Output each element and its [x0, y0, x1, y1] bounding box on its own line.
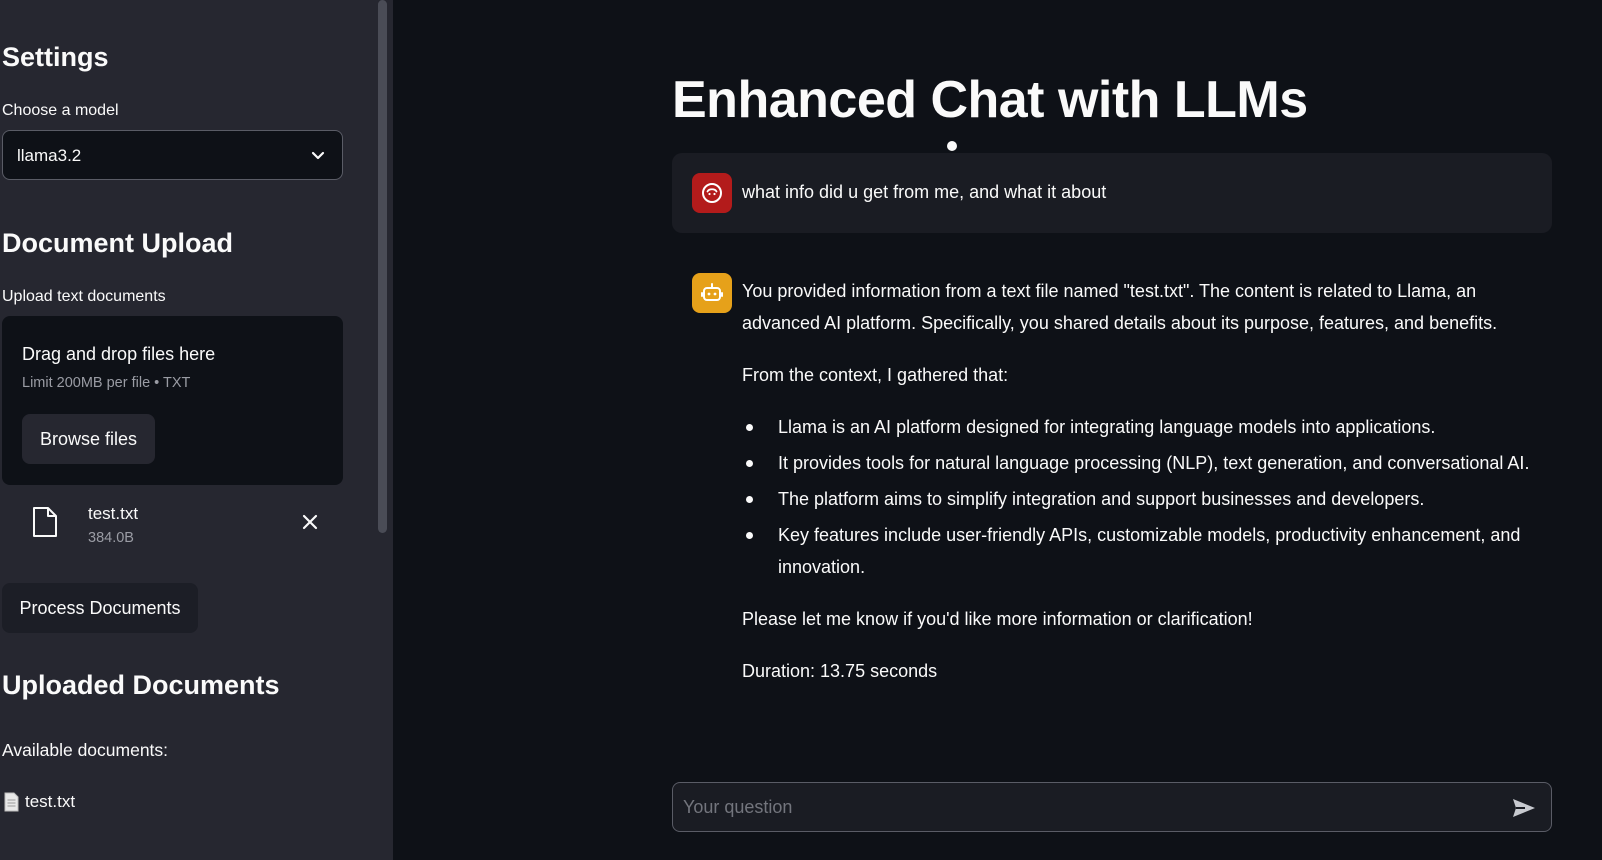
file-dropzone[interactable]: Drag and drop files here Limit 200MB per… — [2, 316, 343, 485]
model-select[interactable]: llama3.2 — [2, 130, 343, 180]
upload-label: Upload text documents — [2, 288, 166, 305]
document-list-item-label: test.txt — [25, 792, 76, 811]
list-item: The platform aims to simplify integratio… — [742, 483, 1542, 515]
uploaded-file-size: 384.0B — [88, 530, 134, 546]
chevron-down-icon — [311, 151, 325, 160]
status-dot — [947, 141, 957, 151]
assistant-message: You provided information from a text fil… — [742, 275, 1542, 707]
user-avatar — [692, 173, 732, 213]
dropzone-title: Drag and drop files here — [22, 344, 216, 364]
chat-question-input[interactable] — [683, 783, 1483, 831]
assistant-avatar — [692, 273, 732, 313]
face-icon — [702, 183, 722, 203]
list-item: Llama is an AI platform designed for int… — [742, 411, 1542, 443]
model-label: Choose a model — [2, 102, 119, 119]
user-message-text: what info did u get from me, and what it… — [742, 182, 1107, 202]
chat-input-container — [672, 782, 1552, 832]
browse-files-button[interactable]: Browse files — [22, 414, 155, 464]
document-list-item: test.txt — [4, 792, 75, 812]
document-upload-heading: Document Upload — [2, 228, 234, 258]
assistant-context-line: From the context, I gathered that: — [742, 365, 1009, 385]
assistant-intro: You provided information from a text fil… — [742, 281, 1498, 333]
uploaded-file-row: test.txt 384.0B — [2, 500, 343, 560]
list-item: It provides tools for natural language p… — [742, 447, 1542, 479]
assistant-duration: Duration: 13.75 seconds — [742, 661, 938, 681]
available-documents-label: Available documents: — [2, 740, 169, 760]
model-select-value: llama3.2 — [17, 146, 82, 165]
file-icon — [33, 507, 57, 537]
assistant-closing: Please let me know if you'd like more in… — [742, 609, 1253, 629]
send-icon[interactable] — [1511, 796, 1537, 820]
uploaded-documents-heading: Uploaded Documents — [2, 670, 280, 700]
page-icon — [4, 792, 19, 812]
list-item: Key features include user-friendly APIs,… — [742, 519, 1542, 583]
settings-heading: Settings — [2, 42, 109, 72]
page-title: Enhanced Chat with LLMs — [672, 71, 1308, 129]
dropzone-limit: Limit 200MB per file • TXT — [22, 375, 191, 391]
sidebar-scrollbar[interactable] — [378, 0, 387, 533]
sidebar: Settings Choose a model llama3.2 Documen… — [0, 0, 393, 860]
process-documents-button[interactable]: Process Documents — [2, 583, 198, 633]
close-icon[interactable] — [300, 512, 320, 532]
robot-icon — [701, 283, 723, 301]
assistant-bullet-list: Llama is an AI platform designed for int… — [742, 411, 1542, 583]
user-message: what info did u get from me, and what it… — [672, 153, 1552, 233]
uploaded-file-name: test.txt — [88, 504, 139, 523]
